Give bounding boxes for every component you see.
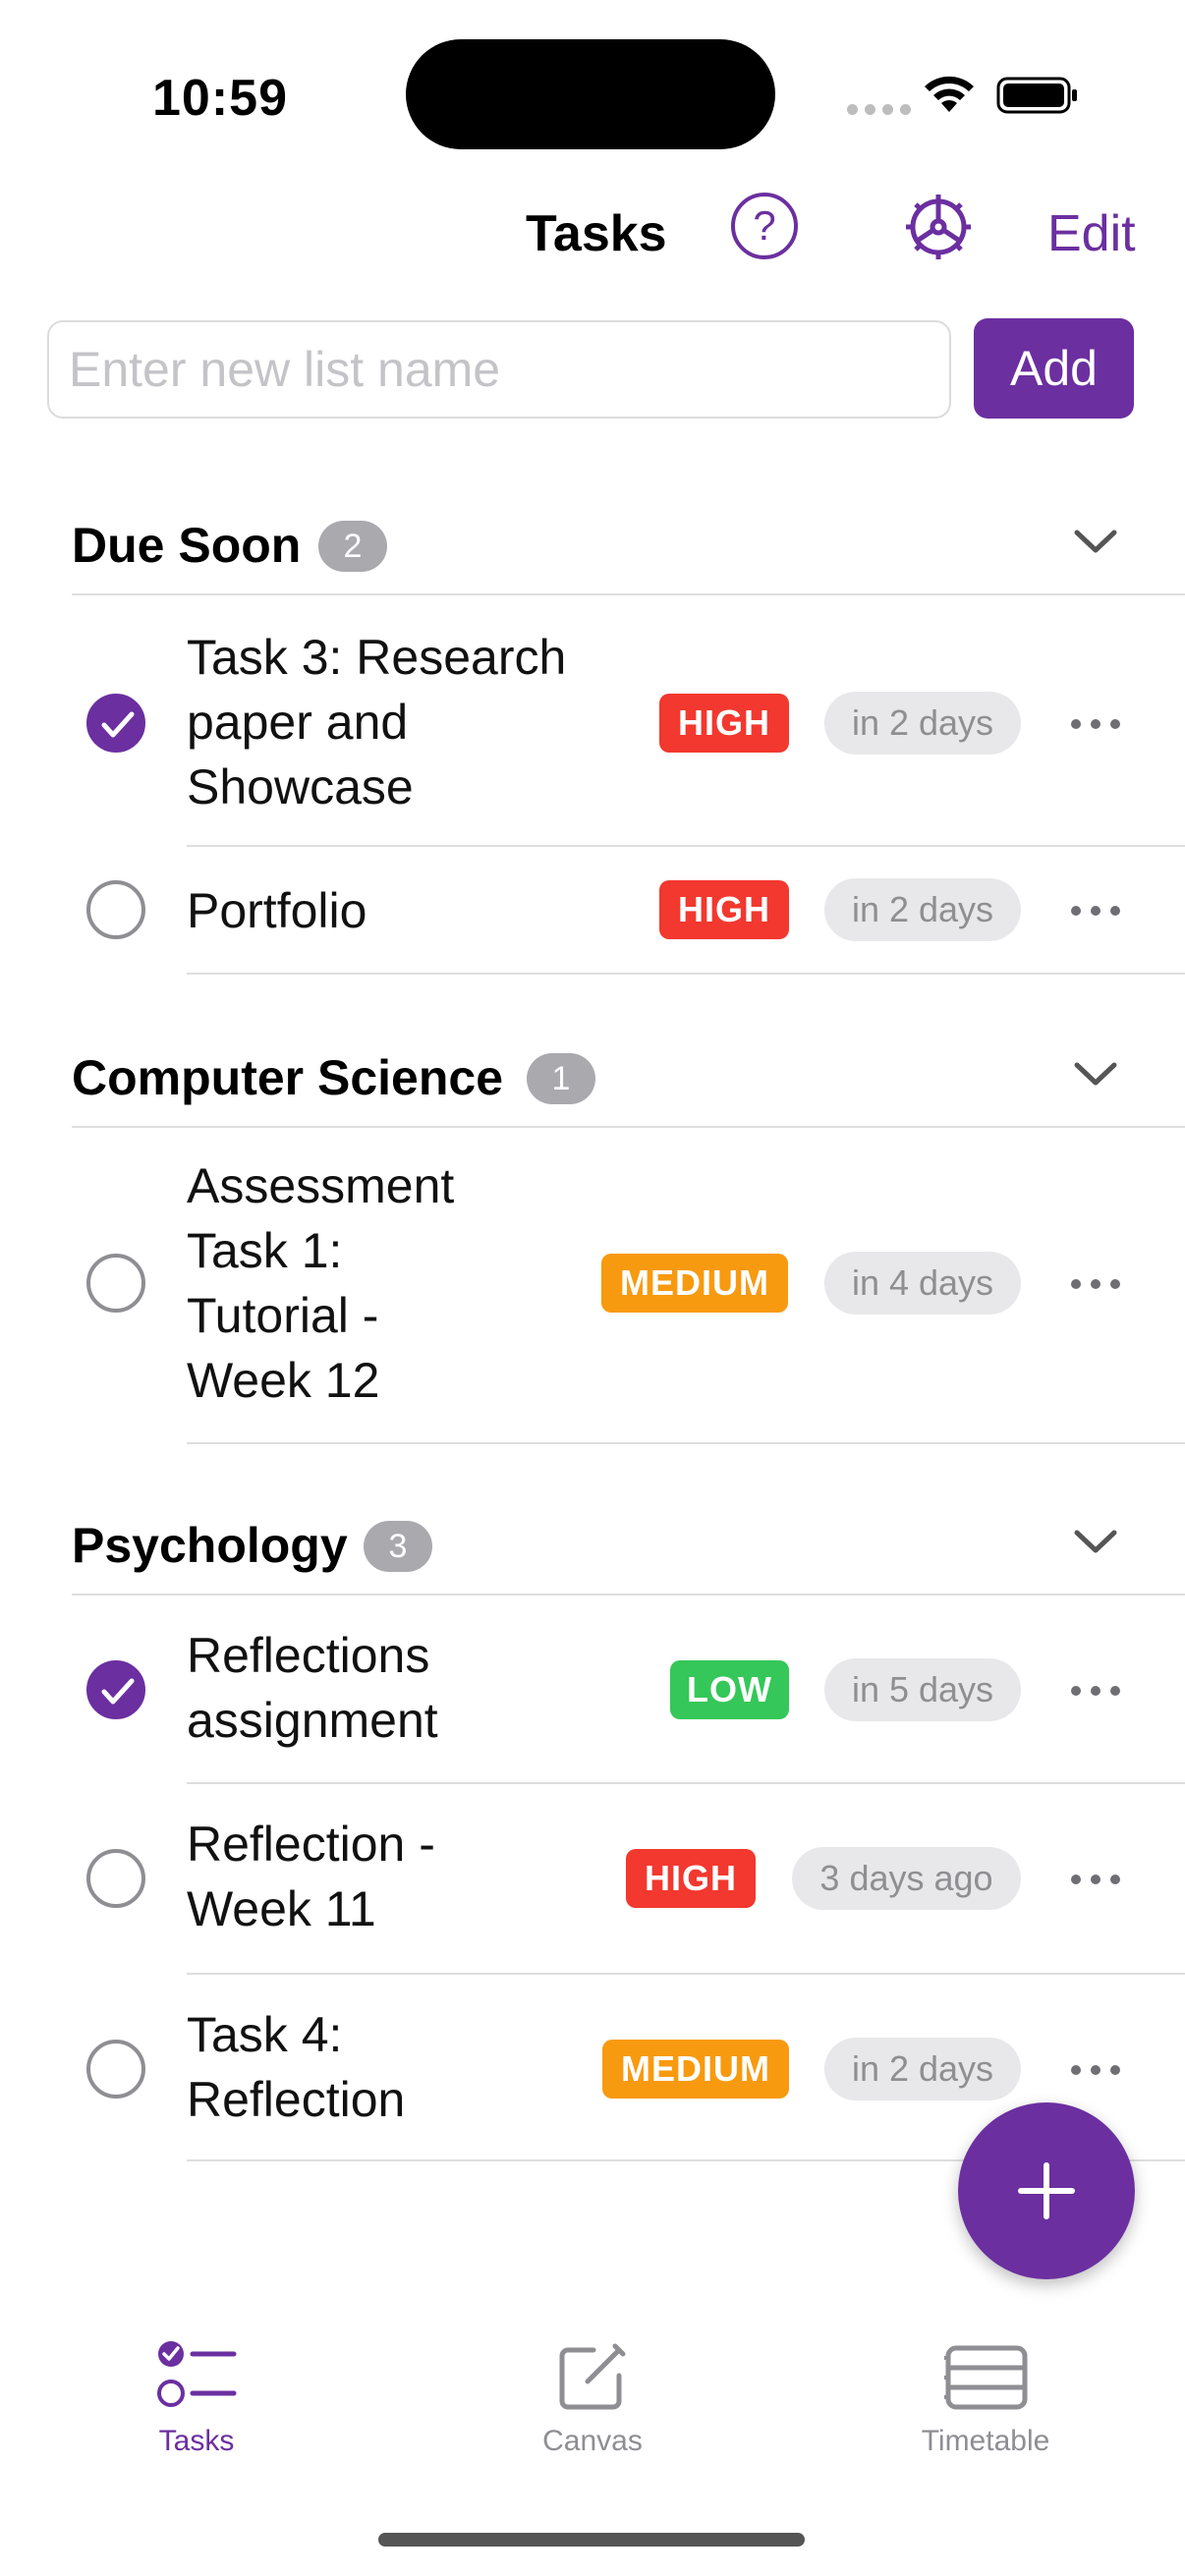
plus-icon [1018,2162,1075,2219]
home-indicator [378,2533,805,2547]
priority-badge: MEDIUM [601,1254,788,1313]
task-checkbox-checked[interactable] [86,694,145,753]
chevron-down-icon[interactable] [1071,1525,1120,1558]
priority-badge: HIGH [626,1849,756,1908]
navigation-bar: Tasks ? Edit [0,187,1185,295]
question-circle-icon: ? [753,202,776,249]
timetable-icon [944,2345,1028,2410]
task-list-icon [157,2341,237,2407]
section-title: Psychology [72,1518,348,1573]
task-title: Task 3: Research paper and Showcase [187,630,567,814]
section-header-computer-science[interactable]: Computer Science 1 [0,1039,1185,1128]
divider [187,973,1185,975]
section-header-psychology[interactable]: Psychology 3 [0,1507,1185,1596]
new-list-name-input[interactable] [47,320,951,419]
task-title: Task 4: Reflection [187,2007,406,2127]
task-checkbox[interactable] [86,1849,145,1908]
tab-tasks[interactable]: Tasks [88,2338,305,2486]
section-title: Computer Science [72,1050,504,1105]
add-list-button[interactable]: Add [974,318,1134,419]
due-badge: 3 days ago [792,1847,1021,1910]
section-header-due-soon[interactable]: Due Soon 2 [0,507,1185,595]
task-checkbox[interactable] [86,1254,145,1313]
page-title: Tasks [526,205,667,262]
task-title: Reflection - Week 11 [187,1817,435,1936]
chevron-down-icon[interactable] [1071,1057,1120,1091]
tab-timetable[interactable]: Timetable [877,2338,1094,2486]
tab-label: Canvas [542,2425,643,2457]
due-badge: in 4 days [824,1252,1021,1315]
more-options-icon[interactable] [1069,2063,1122,2077]
tab-canvas[interactable]: Canvas [484,2338,701,2486]
more-options-icon[interactable] [1069,1277,1122,1291]
task-row[interactable]: Task 3: Research paper and Showcase HIGH… [0,595,1185,847]
task-checkbox[interactable] [86,2040,145,2099]
count-badge: 3 [364,1521,432,1572]
task-title: Portfolio [187,883,367,938]
more-options-icon[interactable] [1069,904,1122,918]
settings-button[interactable] [902,191,975,263]
task-checkbox-checked[interactable] [86,1660,145,1719]
tab-bar: Tasks Canvas Timetable [0,2328,1185,2505]
status-bar: 10:59 [0,0,1185,187]
help-button[interactable]: ? [731,193,798,259]
section-title: Due Soon [72,518,302,573]
task-row[interactable]: Reflections assignment LOW in 5 days [0,1596,1185,1784]
due-badge: in 2 days [824,878,1021,941]
task-row[interactable]: Reflection - Week 11 HIGH 3 days ago [0,1784,1185,1975]
priority-badge: HIGH [659,880,789,939]
cellular-signal-icon [847,104,911,115]
more-options-icon[interactable] [1069,717,1122,731]
priority-badge: LOW [670,1660,789,1719]
divider [187,1442,1185,1444]
count-badge: 2 [318,521,387,572]
checkmark-icon [101,711,135,738]
task-title: Assessment Task 1: Tutorial - Week 12 [187,1158,455,1408]
more-options-icon[interactable] [1069,1873,1122,1886]
chevron-down-icon[interactable] [1071,525,1120,558]
task-row[interactable]: Portfolio HIGH in 2 days [0,847,1185,975]
add-task-button[interactable] [958,2102,1135,2279]
checkmark-icon [101,1678,135,1705]
more-options-icon[interactable] [1069,1684,1122,1698]
count-badge: 1 [527,1053,595,1104]
gear-icon [906,195,971,259]
priority-badge: HIGH [659,694,789,753]
due-badge: in 5 days [824,1658,1021,1721]
task-title: Reflections assignment [187,1628,438,1748]
edit-button[interactable]: Edit [1047,204,1136,263]
priority-badge: MEDIUM [602,2040,789,2099]
compose-icon [559,2343,626,2410]
wifi-icon [925,76,974,112]
due-badge: in 2 days [824,692,1021,755]
task-row[interactable]: Assessment Task 1: Tutorial - Week 12 ME… [0,1128,1185,1444]
dynamic-island [406,39,775,149]
tab-label: Tasks [158,2425,235,2457]
task-checkbox[interactable] [86,880,145,939]
due-badge: in 2 days [824,2038,1021,2100]
status-time: 10:59 [152,70,288,127]
tab-label: Timetable [921,2425,1050,2457]
battery-icon [996,77,1077,114]
